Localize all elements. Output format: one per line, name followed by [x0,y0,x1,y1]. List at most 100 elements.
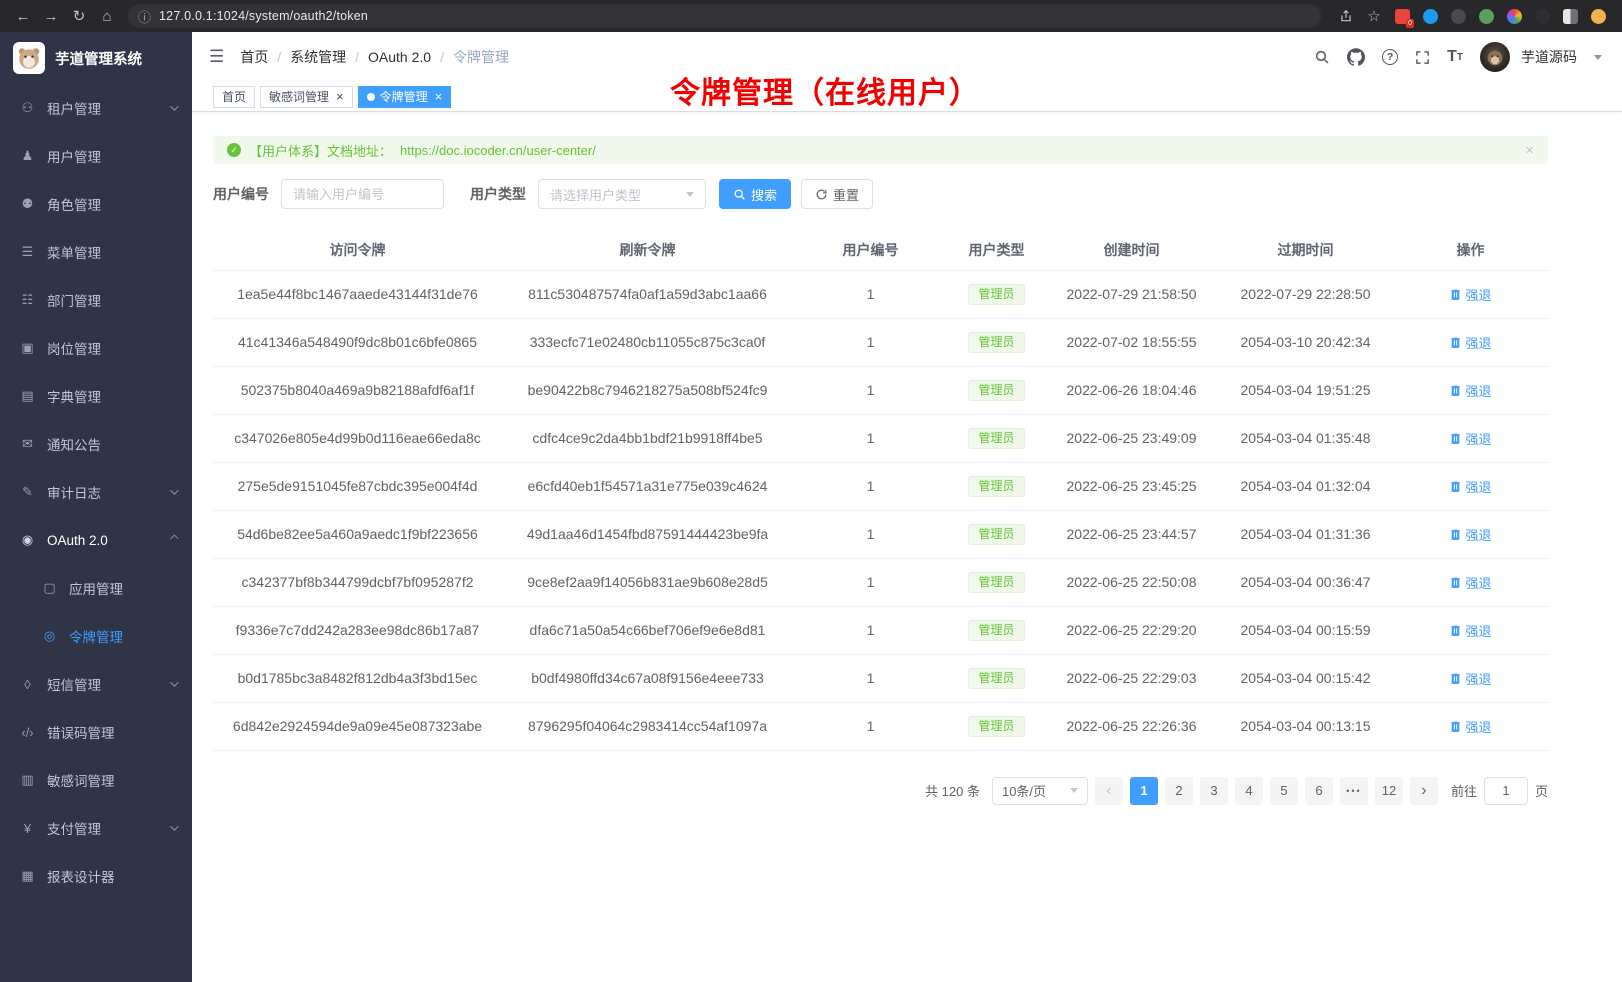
force-logout-button[interactable]: 强退 [1449,669,1491,688]
access-token-cell: c342377bf8b344799dcbf7bf095287f2 [213,558,502,606]
sidebar-item-role[interactable]: ⚉角色管理 [0,180,192,228]
tab-home[interactable]: 首页 [213,86,255,108]
username[interactable]: 芋道源码 [1521,47,1577,67]
sidebar-item-post[interactable]: ▣岗位管理 [0,324,192,372]
force-logout-button[interactable]: 强退 [1449,333,1491,352]
breadcrumb-item: 令牌管理 [453,47,509,67]
search-form: 用户编号 用户类型 请选择用户类型 搜索 重置 [213,178,1548,210]
close-tab-icon[interactable]: × [435,90,443,103]
page-button-2[interactable]: 2 [1165,777,1193,805]
sidebar-item-report-designer[interactable]: ▦报表设计器 [0,852,192,900]
extension-icon-black[interactable] [1535,9,1550,24]
force-logout-button[interactable]: 强退 [1449,477,1491,496]
reload-icon[interactable]: ↻ [66,4,92,28]
main-area: ☰ 首页/系统管理/OAuth 2.0/令牌管理 ? TT 芋道源码 [192,32,1622,982]
column-header: 访问令牌 [213,231,502,270]
page-info-icon[interactable]: ⓘ [138,7,151,26]
sidebar-item-sensitive-word[interactable]: ▥敏感词管理 [0,756,192,804]
total-count: 共 120 条 [925,781,980,800]
close-alert-icon[interactable]: × [1525,142,1534,159]
font-size-icon[interactable]: TT [1447,48,1463,66]
extension-icon-split-panel[interactable] [1563,9,1578,24]
extension-icon-blue-bird[interactable] [1423,9,1438,24]
back-icon[interactable]: ← [10,4,36,28]
sidebar: 芋道管理系统 ⚇租户管理♟用户管理⚉角色管理☰菜单管理☷部门管理▣岗位管理▤字典… [0,32,192,982]
page-size-select[interactable]: 10条/页 [992,777,1088,805]
sidebar-item-oauth2[interactable]: ◉OAuth 2.0 [0,516,192,564]
github-icon[interactable] [1347,48,1365,66]
browser-profile-avatar[interactable] [1591,9,1606,24]
sidebar-item-sms[interactable]: ◊短信管理 [0,660,192,708]
app-title: 芋道管理系统 [55,48,142,69]
force-logout-button[interactable]: 强退 [1449,717,1491,736]
page-content: ✓ 【用户体系】文档地址： https://doc.iocoder.cn/use… [192,112,1548,805]
refresh-token-cell: 333ecfc71e02480cb11055c875c3ca0f [502,318,793,366]
page-button-1[interactable]: 1 [1130,777,1158,805]
create-time-cell: 2022-06-25 22:29:03 [1045,654,1218,702]
force-logout-button[interactable]: 强退 [1449,621,1491,640]
force-logout-button[interactable]: 强退 [1449,285,1491,304]
extension-icon-rainbow[interactable] [1507,9,1522,24]
app-logo[interactable]: 芋道管理系统 [0,32,192,84]
page-button-4[interactable]: 4 [1235,777,1263,805]
user-id-input[interactable] [281,179,444,209]
sidebar-item-user[interactable]: ♟用户管理 [0,132,192,180]
address-bar[interactable]: ⓘ 127.0.0.1:1024/system/oauth2/token [128,4,1321,28]
sidebar-item-menu[interactable]: ☰菜单管理 [0,228,192,276]
sidebar-item-oauth2-app[interactable]: ▢应用管理 [0,564,192,612]
sidebar-item-pay[interactable]: ¥支付管理 [0,804,192,852]
search-icon[interactable] [1314,49,1330,65]
force-logout-button[interactable]: 强退 [1449,429,1491,448]
role-users-icon: ⚉ [19,196,36,212]
sidebar-item-notice[interactable]: ✉通知公告 [0,420,192,468]
page-button-12[interactable]: 12 [1375,777,1403,805]
page-button-6[interactable]: 6 [1305,777,1333,805]
breadcrumb-item[interactable]: 系统管理 [290,47,346,67]
refresh-token-cell: e6cfd40eb1f54571a31e775e039c4624 [502,462,793,510]
fullscreen-icon[interactable] [1415,50,1430,65]
chevron-down-icon [686,192,694,197]
refresh-token-cell: 49d1aa46d1454fbd87591444423be9fa [502,510,793,558]
goto-page-input[interactable] [1484,777,1528,805]
prev-page-button[interactable]: ‹ [1095,777,1123,805]
extension-icon-green[interactable] [1479,9,1494,24]
user-type-badge: 管理员 [968,620,1024,641]
force-logout-button[interactable]: 强退 [1449,573,1491,592]
extension-icon-red[interactable]: 0 [1395,9,1410,24]
sidebar-item-audit-log[interactable]: ✎审计日志 [0,468,192,516]
close-tab-icon[interactable]: × [336,90,344,103]
forward-icon[interactable]: → [38,4,64,28]
success-check-icon: ✓ [227,143,241,157]
chevron-down-icon[interactable] [1594,55,1602,60]
tab-token[interactable]: 令牌管理× [358,86,452,108]
tab-sensitive-word[interactable]: 敏感词管理× [260,86,353,108]
next-page-button[interactable]: › [1410,777,1438,805]
breadcrumb-item[interactable]: OAuth 2.0 [368,49,431,65]
sidebar-item-dept[interactable]: ☷部门管理 [0,276,192,324]
sidebar-item-tenant[interactable]: ⚇租户管理 [0,84,192,132]
page-ellipsis[interactable]: ••• [1340,777,1368,805]
collapse-sidebar-icon[interactable]: ☰ [209,47,224,67]
home-icon[interactable]: ⌂ [94,4,120,28]
force-logout-button[interactable]: 强退 [1449,381,1491,400]
force-logout-button[interactable]: 强退 [1449,525,1491,544]
audit-log-icon: ✎ [19,484,36,500]
page-button-3[interactable]: 3 [1200,777,1228,805]
breadcrumb-item[interactable]: 首页 [240,47,268,67]
doc-link[interactable]: https://doc.iocoder.cn/user-center/ [400,143,596,158]
bookmark-star-icon[interactable]: ☆ [1361,4,1387,28]
dict-book-icon: ▤ [19,388,36,404]
user-type-select[interactable]: 请选择用户类型 [538,179,706,209]
search-button[interactable]: 搜索 [719,179,791,209]
sidebar-item-error-code[interactable]: ‹/›错误码管理 [0,708,192,756]
sidebar-item-dict[interactable]: ▤字典管理 [0,372,192,420]
menu-list-icon: ☰ [19,244,36,260]
user-avatar[interactable] [1480,42,1510,72]
sidebar-item-oauth2-token[interactable]: ◎令牌管理 [0,612,192,660]
help-icon[interactable]: ? [1382,49,1398,65]
user-id-cell: 1 [793,366,948,414]
page-button-5[interactable]: 5 [1270,777,1298,805]
extension-icon-dark[interactable] [1451,9,1466,24]
share-icon[interactable] [1333,4,1359,28]
reset-button[interactable]: 重置 [801,179,873,209]
